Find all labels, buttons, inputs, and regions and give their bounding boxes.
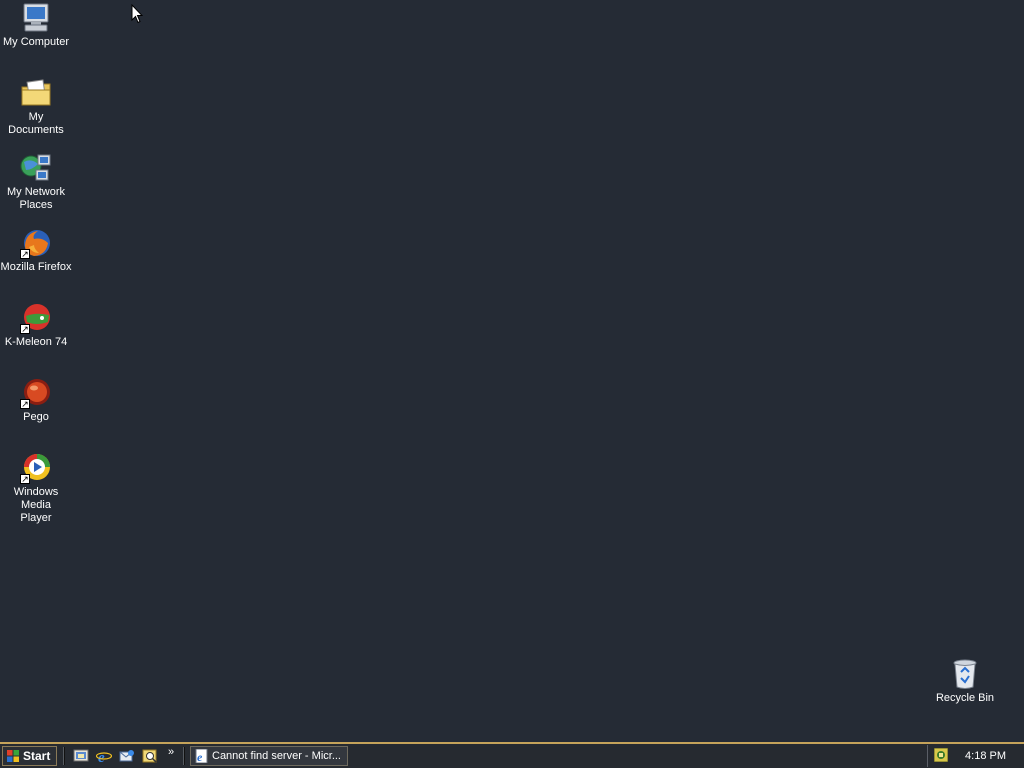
svg-text:e: e	[98, 750, 105, 764]
show-desktop-icon[interactable]	[73, 748, 89, 764]
desktop-icon-my-documents[interactable]: My Documents	[0, 77, 72, 137]
quick-launch-overflow-button[interactable]: »	[168, 746, 174, 758]
mouse-cursor-icon	[131, 4, 143, 24]
windows-media-player-icon: ↗	[20, 452, 52, 484]
desktop-icon-mozilla-firefox[interactable]: ↗ Mozilla Firefox	[0, 227, 72, 274]
network-places-icon	[20, 152, 52, 184]
pego-icon: ↗	[20, 377, 52, 409]
toolbar-separator	[183, 747, 185, 765]
desktop-icon-recycle-bin[interactable]: Recycle Bin	[929, 658, 1001, 705]
search-icon[interactable]	[142, 748, 158, 764]
firefox-icon: ↗	[20, 227, 52, 259]
start-button[interactable]: Start	[2, 746, 57, 766]
my-computer-icon	[20, 2, 52, 34]
k-meleon-icon: ↗	[20, 302, 52, 334]
windows-logo-icon	[7, 750, 19, 762]
taskbar-window-button[interactable]: e Cannot find server - Micr...	[190, 746, 348, 766]
desktop-icon-k-meleon[interactable]: ↗ K-Meleon 74	[0, 302, 72, 349]
shortcut-arrow-icon: ↗	[20, 324, 30, 334]
desktop-icon-label: Windows Media Player	[13, 486, 59, 524]
clock[interactable]: 4:18 PM	[965, 750, 1006, 762]
desktop-icon-label: My Computer	[2, 36, 70, 48]
desktop-icon-label: Pego	[23, 411, 49, 423]
svg-text:e: e	[197, 750, 203, 763]
system-tray: 4:18 PM	[927, 745, 1022, 767]
taskbar: Start e » e Cannot find server - Micr...	[0, 742, 1024, 768]
desktop: My Computer My Documents My Network Plac…	[0, 0, 1024, 742]
shortcut-arrow-icon: ↗	[20, 249, 30, 259]
start-label: Start	[23, 749, 51, 763]
toolbar-separator	[63, 747, 65, 765]
desktop-icon-label: My Network Places	[6, 186, 66, 211]
desktop-icon-label: Recycle Bin	[935, 692, 995, 704]
desktop-icon-pego[interactable]: ↗ Pego	[0, 377, 72, 424]
desktop-icon-label: Mozilla Firefox	[0, 261, 72, 273]
desktop-icon-windows-media-player[interactable]: ↗ Windows Media Player	[0, 452, 72, 525]
internet-explorer-page-icon: e	[195, 749, 208, 763]
recycle-bin-icon	[949, 658, 981, 690]
shortcut-arrow-icon: ↗	[20, 399, 30, 409]
desktop-icon-label: K-Meleon 74	[4, 336, 68, 348]
tray-app-icon[interactable]	[934, 748, 948, 762]
internet-explorer-icon[interactable]: e	[96, 748, 112, 764]
outlook-express-icon[interactable]	[119, 748, 135, 764]
desktop-icon-my-network-places[interactable]: My Network Places	[0, 152, 72, 212]
desktop-icon-my-computer[interactable]: My Computer	[0, 2, 72, 49]
shortcut-arrow-icon: ↗	[20, 474, 30, 484]
taskbar-window-label: Cannot find server - Micr...	[212, 750, 341, 762]
my-documents-icon	[20, 77, 52, 109]
desktop-icon-label: My Documents	[8, 111, 64, 136]
